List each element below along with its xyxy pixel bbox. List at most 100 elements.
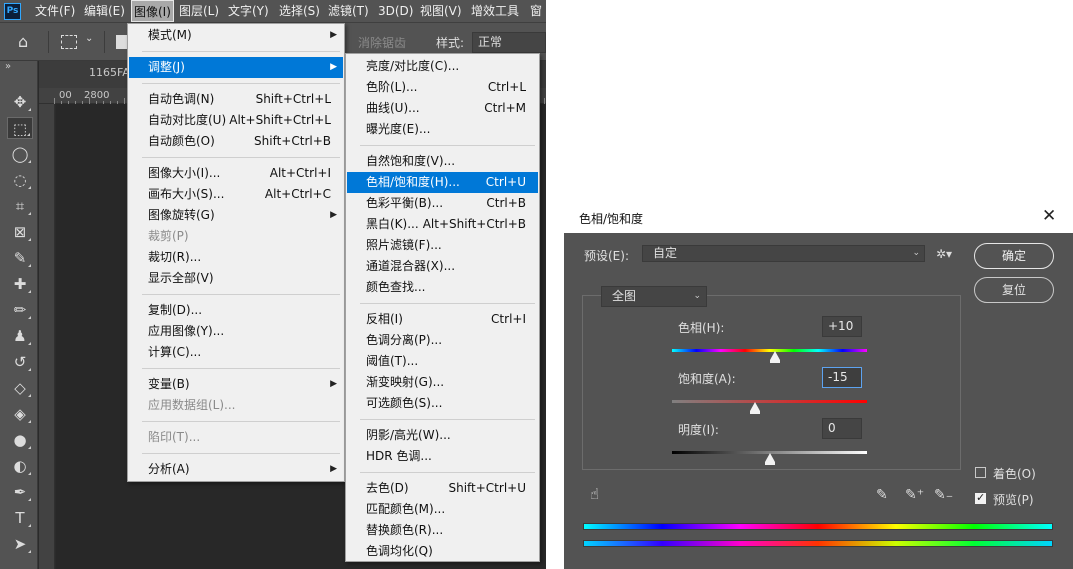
menu-item[interactable]: 曝光度(E)... [347, 119, 538, 140]
menu-item[interactable]: 曲线(U)... Ctrl+M [347, 98, 538, 119]
gear-icon[interactable]: ✲▾ [936, 247, 952, 261]
history-brush-icon[interactable]: ↺ [7, 351, 33, 373]
type-icon[interactable]: T [7, 507, 33, 529]
menu-item[interactable]: 应用图像(Y)... [129, 321, 343, 342]
menu-item[interactable]: 自动色调(N) Shift+Ctrl+L [129, 89, 343, 110]
menu-item[interactable]: 渐变映射(G)... [347, 372, 538, 393]
menu-item[interactable]: 图像大小(I)... Alt+Ctrl+I [129, 163, 343, 184]
menu-1[interactable]: 编辑(E) [84, 0, 125, 22]
menu-item[interactable]: 色调均化(Q) [347, 541, 538, 562]
menu-item[interactable]: 色相/饱和度(H)... Ctrl+U [347, 172, 538, 193]
menu-item[interactable]: HDR 色调... [347, 446, 538, 467]
menu-item[interactable]: 显示全部(V) [129, 268, 343, 289]
menu-item[interactable]: 变量(B) ▶ [129, 374, 343, 395]
menu-9[interactable]: 增效工具 [471, 0, 519, 22]
menu-item[interactable]: 去色(D) Shift+Ctrl+U [347, 478, 538, 499]
saturation-slider-thumb[interactable] [749, 402, 760, 414]
saturation-slider[interactable] [672, 400, 867, 403]
blur-icon[interactable]: ● [7, 429, 33, 451]
eyedropper-icon[interactable]: ✎ [7, 247, 33, 269]
eyedropper-icon[interactable]: ✎ [876, 487, 888, 503]
eraser-icon[interactable]: ◇ [7, 377, 33, 399]
marquee-icon[interactable]: ⬚ [7, 117, 33, 139]
hue-input[interactable]: +10 [822, 316, 862, 337]
lasso-icon[interactable]: ◯ [7, 143, 33, 165]
eyedropper-minus-icon[interactable]: ✎₋ [934, 487, 953, 503]
preview-checkbox[interactable] [975, 491, 986, 504]
menu-item[interactable]: 可选颜色(S)... [347, 393, 538, 414]
menu-item-shortcut: Ctrl+L [487, 80, 526, 94]
stamp-icon[interactable]: ♟ [7, 325, 33, 347]
lightness-slider-thumb[interactable] [764, 453, 775, 465]
menu-item[interactable]: 色阶(L)... Ctrl+L [347, 77, 538, 98]
submenu-arrow-icon: ▶ [330, 379, 337, 389]
channel-select[interactable]: 全图 ⌄ [601, 286, 707, 307]
quick-select-icon[interactable]: ◌ [7, 169, 33, 191]
brush-icon[interactable]: ✏ [7, 299, 33, 321]
ruler-label: 00 [59, 90, 72, 101]
style-select[interactable]: 正常 [472, 32, 546, 53]
close-icon[interactable]: ✕ [1042, 206, 1056, 226]
collapse-icon[interactable]: » [5, 61, 11, 72]
colorize-checkbox[interactable] [975, 467, 986, 478]
menu-item[interactable]: 替换颜色(R)... [347, 520, 538, 541]
chevron-down-icon[interactable]: ⌄ [85, 33, 93, 44]
saturation-input[interactable]: -15 [822, 367, 862, 388]
menu-0[interactable]: 文件(F) [35, 0, 75, 22]
menu-item-label: 自动对比度(U) [148, 113, 227, 127]
target-adjust-hand-icon[interactable]: ☝ [590, 485, 599, 503]
menu-item[interactable]: 自动颜色(O) Shift+Ctrl+B [129, 131, 343, 152]
menu-item[interactable]: 裁切(R)... [129, 247, 343, 268]
healing-icon[interactable]: ✚ [7, 273, 33, 295]
bucket-icon[interactable]: ◈ [7, 403, 33, 425]
move-icon[interactable]: ✥ [7, 91, 33, 113]
menu-item[interactable]: 复制(D)... [129, 300, 343, 321]
path-select-icon[interactable]: ➤ [7, 533, 33, 555]
menu-item[interactable]: 自动对比度(U) Alt+Shift+Ctrl+L [129, 110, 343, 131]
menu-item[interactable]: 图像旋转(G) ▶ [129, 205, 343, 226]
lightness-input[interactable]: 0 [822, 418, 862, 439]
menu-item[interactable]: 颜色查找... [347, 277, 538, 298]
hue-slider-thumb[interactable] [769, 351, 780, 363]
rect-marquee-icon[interactable] [61, 35, 77, 49]
menu-item[interactable]: 阈值(T)... [347, 351, 538, 372]
menu-item[interactable]: 阴影/高光(W)... [347, 425, 538, 446]
menu-item-shortcut: Shift+Ctrl+U [448, 481, 526, 495]
menu-item[interactable]: 调整(J) ▶ [129, 57, 343, 78]
menu-item-label: 色相/饱和度(H)... [366, 175, 460, 189]
preset-select[interactable]: 自定 ⌄ [642, 245, 925, 262]
menu-item[interactable]: 反相(I) Ctrl+I [347, 309, 538, 330]
menu-10[interactable]: 窗 [530, 0, 542, 22]
menu-4[interactable]: 文字(Y) [228, 0, 269, 22]
menu-item[interactable]: 自然饱和度(V)... [347, 151, 538, 172]
menu-item[interactable]: 模式(M) ▶ [129, 25, 343, 46]
source-color-bar [583, 523, 1053, 530]
pen-icon[interactable]: ✒ [7, 481, 33, 503]
menu-item[interactable]: 分析(A) ▶ [129, 459, 343, 480]
menu-item[interactable]: 色调分离(P)... [347, 330, 538, 351]
menu-item[interactable]: 色彩平衡(B)... Ctrl+B [347, 193, 538, 214]
eyedropper-plus-icon[interactable]: ✎⁺ [905, 487, 924, 503]
menu-separator [142, 368, 340, 369]
reset-button[interactable]: 复位 [974, 277, 1054, 303]
menu-item[interactable]: 画布大小(S)... Alt+Ctrl+C [129, 184, 343, 205]
menu-item[interactable]: 照片滤镜(F)... [347, 235, 538, 256]
menu-item[interactable]: 亮度/对比度(C)... [347, 56, 538, 77]
menu-5[interactable]: 选择(S) [279, 0, 320, 22]
frame-icon[interactable]: ⊠ [7, 221, 33, 243]
dialog-title: 色相/饱和度 [579, 212, 644, 226]
menu-item[interactable]: 匹配颜色(M)... [347, 499, 538, 520]
menu-7[interactable]: 3D(D) [378, 0, 413, 22]
home-icon[interactable]: ⌂ [18, 32, 28, 51]
menu-3[interactable]: 图层(L) [179, 0, 219, 22]
more-tools-icon [28, 160, 31, 163]
menu-2[interactable]: 图像(I) [131, 0, 174, 22]
ok-button[interactable]: 确定 [974, 243, 1054, 269]
menu-8[interactable]: 视图(V) [420, 0, 462, 22]
menu-item[interactable]: 计算(C)... [129, 342, 343, 363]
dodge-icon[interactable]: ◐ [7, 455, 33, 477]
menu-6[interactable]: 滤镜(T) [328, 0, 369, 22]
menu-item[interactable]: 通道混合器(X)... [347, 256, 538, 277]
crop-icon[interactable]: ⌗ [7, 195, 33, 217]
menu-item[interactable]: 黑白(K)... Alt+Shift+Ctrl+B [347, 214, 538, 235]
